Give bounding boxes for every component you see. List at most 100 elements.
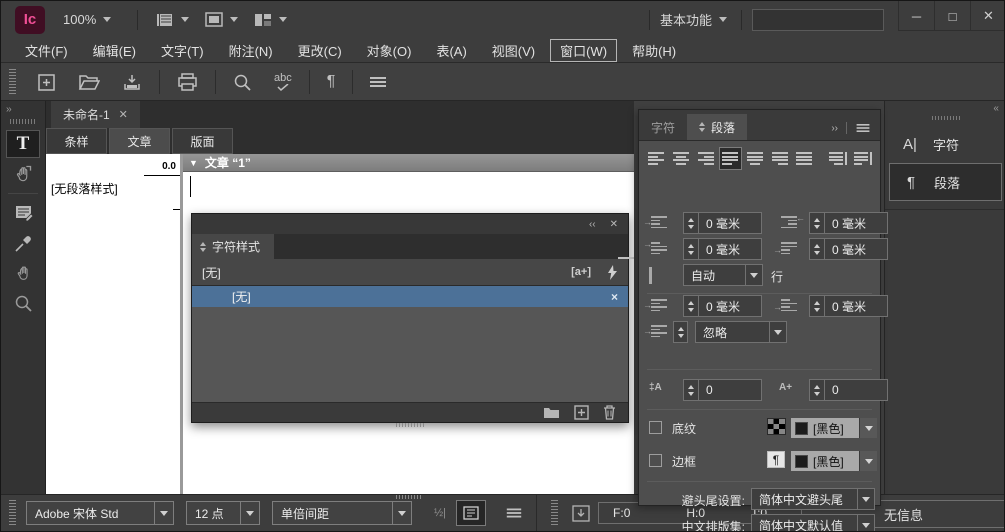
panel-cycle-icon[interactable]: [699, 122, 705, 132]
left-indent-field[interactable]: 0 毫米: [683, 212, 762, 234]
document-tab[interactable]: 未命名-1 ✕: [51, 101, 140, 128]
print-button[interactable]: [177, 73, 198, 92]
tools-grip[interactable]: [10, 119, 36, 124]
stepper-icon[interactable]: [809, 379, 824, 401]
right-indent-value[interactable]: 0 毫米: [824, 212, 888, 234]
align-away-spine-button[interactable]: [851, 147, 874, 170]
menu-window[interactable]: 窗口(W): [550, 39, 617, 62]
story-collapse-icon[interactable]: ▼: [189, 158, 198, 168]
panel-close-icon[interactable]: ✕: [610, 219, 618, 230]
space-between-dropdown[interactable]: 忽略: [695, 321, 787, 343]
border-pilcrow-icon[interactable]: ¶: [767, 451, 785, 468]
style-group-folder-button[interactable]: [543, 406, 560, 419]
menu-object[interactable]: 对象(O): [357, 39, 422, 62]
statusbar-grip[interactable]: [9, 500, 16, 526]
arrange-documents-dropdown[interactable]: [254, 13, 287, 27]
align-to-grid-dropdown[interactable]: 自动: [683, 264, 763, 286]
tab-character[interactable]: 字符: [639, 114, 687, 140]
space-before-value[interactable]: 0 毫米: [698, 295, 762, 317]
hand-tool[interactable]: [6, 259, 40, 287]
character-styles-titlebar[interactable]: ‹‹ ✕: [192, 214, 628, 234]
dock-grip[interactable]: [932, 116, 960, 120]
story-resize-grip[interactable]: [396, 495, 422, 499]
panel-collapse-icon[interactable]: ››: [831, 123, 838, 134]
kinsoku-dropdown[interactable]: 简体中文避头尾: [751, 488, 875, 510]
spell-check-button[interactable]: abc: [274, 73, 292, 91]
shading-color-dropdown[interactable]: [黑色]: [791, 418, 877, 438]
space-between-stepper[interactable]: [673, 321, 688, 343]
tools-expand-button[interactable]: ››: [1, 101, 45, 115]
zoom-level-dropdown[interactable]: 100%: [63, 12, 111, 27]
statusbar-grip[interactable]: [551, 500, 558, 526]
space-after-field[interactable]: 0 毫米: [809, 295, 888, 317]
justify-last-right-button[interactable]: [768, 147, 791, 170]
note-tool[interactable]: [6, 199, 40, 227]
new-style-button[interactable]: [574, 405, 589, 420]
delete-style-trash-button[interactable]: [603, 405, 616, 420]
first-line-indent-field[interactable]: 0 毫米: [683, 238, 762, 260]
border-color-dropdown[interactable]: [黑色]: [791, 451, 877, 471]
show-hidden-characters-button[interactable]: ¶: [327, 73, 336, 91]
mojikumi-dropdown[interactable]: 简体中文默认值: [751, 514, 875, 532]
panel-resize-grip[interactable]: [396, 423, 424, 427]
menu-view[interactable]: 视图(V): [482, 39, 545, 62]
leading-dropdown[interactable]: 单倍间距: [272, 501, 412, 525]
stepper-icon[interactable]: [683, 238, 698, 260]
line-numbers-icon[interactable]: ½|: [434, 507, 446, 519]
font-size-dropdown[interactable]: 12 点: [186, 501, 260, 525]
last-line-indent-value[interactable]: 0 毫米: [824, 238, 888, 260]
view-tab-galley[interactable]: 条样: [46, 128, 107, 154]
last-line-indent-field[interactable]: 0 毫米: [809, 238, 888, 260]
align-right-button[interactable]: [694, 147, 717, 170]
tab-paragraph[interactable]: 段落: [687, 114, 747, 140]
stepper-icon[interactable]: [683, 295, 698, 317]
open-document-button[interactable]: [78, 73, 100, 91]
eyedropper-tool[interactable]: [6, 229, 40, 257]
menu-notes[interactable]: 附注(N): [219, 39, 283, 62]
new-document-button[interactable]: [37, 73, 56, 92]
screen-mode-dropdown[interactable]: [205, 12, 238, 27]
menu-file[interactable]: 文件(F): [15, 39, 78, 62]
style-list-item[interactable]: [无] ×: [192, 286, 628, 307]
maximize-button[interactable]: □: [934, 1, 970, 31]
view-options-dropdown[interactable]: [156, 12, 189, 28]
shading-swatch-grid-icon[interactable]: [767, 418, 786, 435]
menu-type[interactable]: 文字(T): [151, 39, 214, 62]
justify-last-left-button[interactable]: [719, 147, 742, 170]
dock-item-paragraph[interactable]: ¶ 段落: [889, 163, 1002, 201]
drop-cap-lines-value[interactable]: 0: [698, 379, 762, 401]
tab-close-icon[interactable]: ✕: [119, 108, 128, 121]
view-tab-story[interactable]: 文章: [109, 128, 170, 154]
panel-menu-button[interactable]: [857, 124, 870, 132]
left-indent-value[interactable]: 0 毫米: [698, 212, 762, 234]
menu-table[interactable]: 表(A): [426, 39, 476, 62]
statusbar-menu-button[interactable]: [507, 509, 521, 518]
galley-appearance-button[interactable]: [456, 500, 486, 526]
drop-cap-chars-field[interactable]: 0: [809, 379, 888, 401]
align-left-button[interactable]: [645, 147, 668, 170]
dock-collapse-button[interactable]: ‹‹: [885, 101, 1005, 114]
right-indent-field[interactable]: 0 毫米: [809, 212, 888, 234]
space-after-value[interactable]: 0 毫米: [824, 295, 888, 317]
close-button[interactable]: ✕: [970, 1, 1005, 31]
dock-item-character[interactable]: A| 字符: [889, 128, 1002, 160]
character-styles-tab[interactable]: 字符样式: [192, 234, 274, 259]
panel-collapse-icon[interactable]: ‹‹: [589, 219, 596, 230]
space-before-field[interactable]: 0 毫米: [683, 295, 762, 317]
view-tab-layout[interactable]: 版面: [172, 128, 233, 154]
menu-changes[interactable]: 更改(C): [288, 39, 352, 62]
border-checkbox[interactable]: [649, 454, 662, 467]
menu-help[interactable]: 帮助(H): [622, 39, 686, 62]
align-toward-spine-button[interactable]: [827, 147, 850, 170]
story-header[interactable]: ▼ 文章 “1”: [183, 154, 634, 172]
new-style-from-text-icon[interactable]: [a+]: [571, 266, 591, 278]
stepper-icon[interactable]: [683, 212, 698, 234]
panel-cycle-icon[interactable]: [200, 242, 206, 252]
drop-cap-chars-value[interactable]: 0: [824, 379, 888, 401]
lightning-icon[interactable]: [607, 265, 618, 280]
type-tool[interactable]: T: [6, 130, 40, 158]
drop-cap-lines-field[interactable]: 0: [683, 379, 762, 401]
shading-checkbox[interactable]: [649, 421, 662, 434]
zoom-tool[interactable]: [6, 289, 40, 317]
save-button[interactable]: [122, 73, 142, 91]
